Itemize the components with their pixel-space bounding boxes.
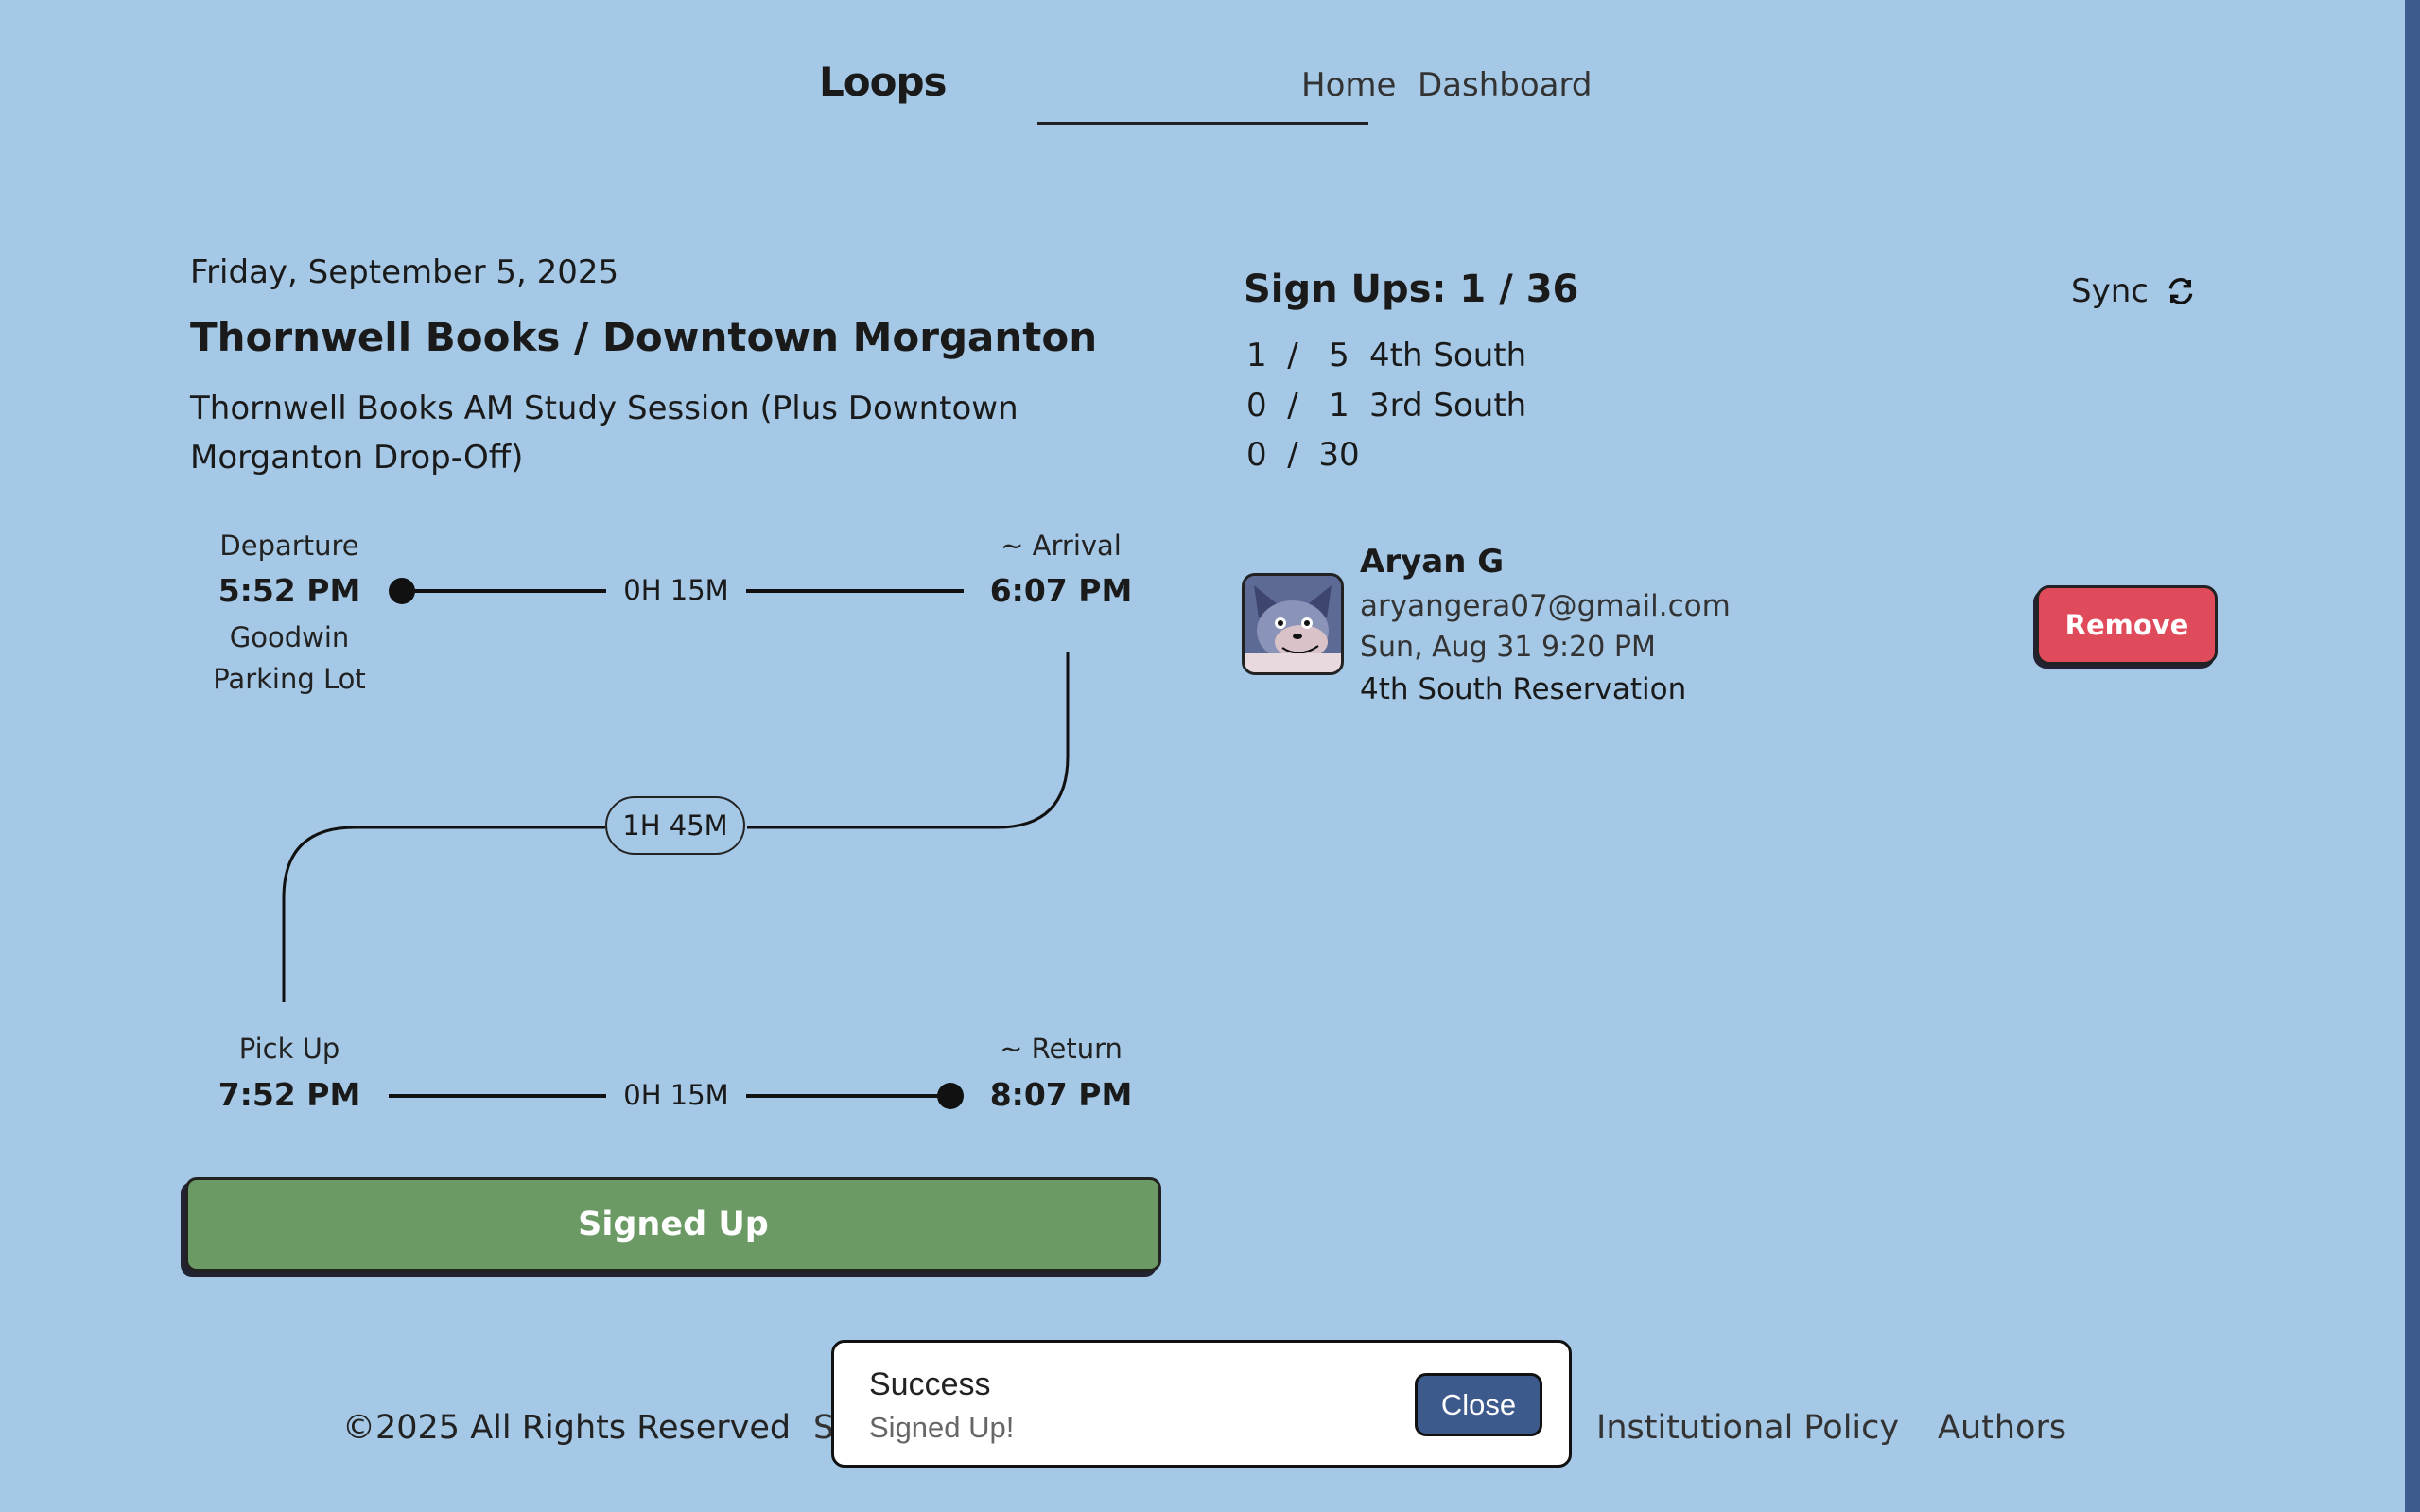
user-email: aryangera07@gmail.com — [1360, 589, 1731, 623]
user-name: Aryan G — [1360, 543, 1505, 581]
footer-institutional-policy-link[interactable]: Institutional Policy — [1596, 1409, 1899, 1447]
signup-count: 0 / 30 — [1246, 436, 1360, 474]
return-label: ~ Return — [1000, 1033, 1123, 1065]
pickup-time: 7:52 PM — [218, 1076, 361, 1113]
toast-close-button[interactable]: Close — [1415, 1373, 1542, 1436]
timeline-connector — [282, 652, 1070, 1002]
signup-row: 0 / 30 — [1246, 436, 1369, 474]
return-line-right — [746, 1094, 950, 1098]
return-dot — [937, 1083, 964, 1109]
signup-count: 0 / 1 — [1246, 387, 1349, 425]
return-line-left — [389, 1094, 606, 1098]
signed-up-button[interactable]: Signed Up — [185, 1177, 1161, 1272]
sync-icon — [2168, 278, 2193, 304]
pickup-label: Pick Up — [238, 1033, 340, 1065]
signups-title: Sign Ups: 1 / 36 — [1244, 268, 1579, 311]
stay-duration-pill: 1H 45M — [605, 796, 745, 855]
return-duration: 0H 15M — [623, 1079, 729, 1111]
user-avatar — [1242, 573, 1344, 675]
signup-location: 3rd South — [1369, 387, 1527, 425]
return-time: 8:07 PM — [989, 1076, 1133, 1113]
success-toast: Success Signed Up! Close — [831, 1340, 1572, 1468]
signup-count: 1 / 5 — [1246, 337, 1349, 374]
avatar-cat-image — [1245, 576, 1341, 672]
signup-location: 4th South — [1369, 337, 1527, 374]
footer-authors-link[interactable]: Authors — [1938, 1409, 2066, 1447]
user-reservation: 4th South Reservation — [1360, 672, 1687, 706]
toast-title: Success — [869, 1366, 991, 1402]
scrollbar[interactable] — [2405, 0, 2420, 1512]
remove-button[interactable]: Remove — [2036, 585, 2218, 665]
signup-row: 1 / 5 4th South — [1246, 337, 1526, 374]
user-signup-date: Sun, Aug 31 9:20 PM — [1360, 631, 1656, 664]
signup-row: 0 / 1 3rd South — [1246, 387, 1526, 425]
sync-button[interactable]: Sync — [2071, 272, 2196, 310]
toast-message: Signed Up! — [869, 1411, 1015, 1444]
footer-copyright: ©2025 All Rights Reserved — [342, 1409, 792, 1447]
sync-label: Sync — [2071, 272, 2149, 310]
